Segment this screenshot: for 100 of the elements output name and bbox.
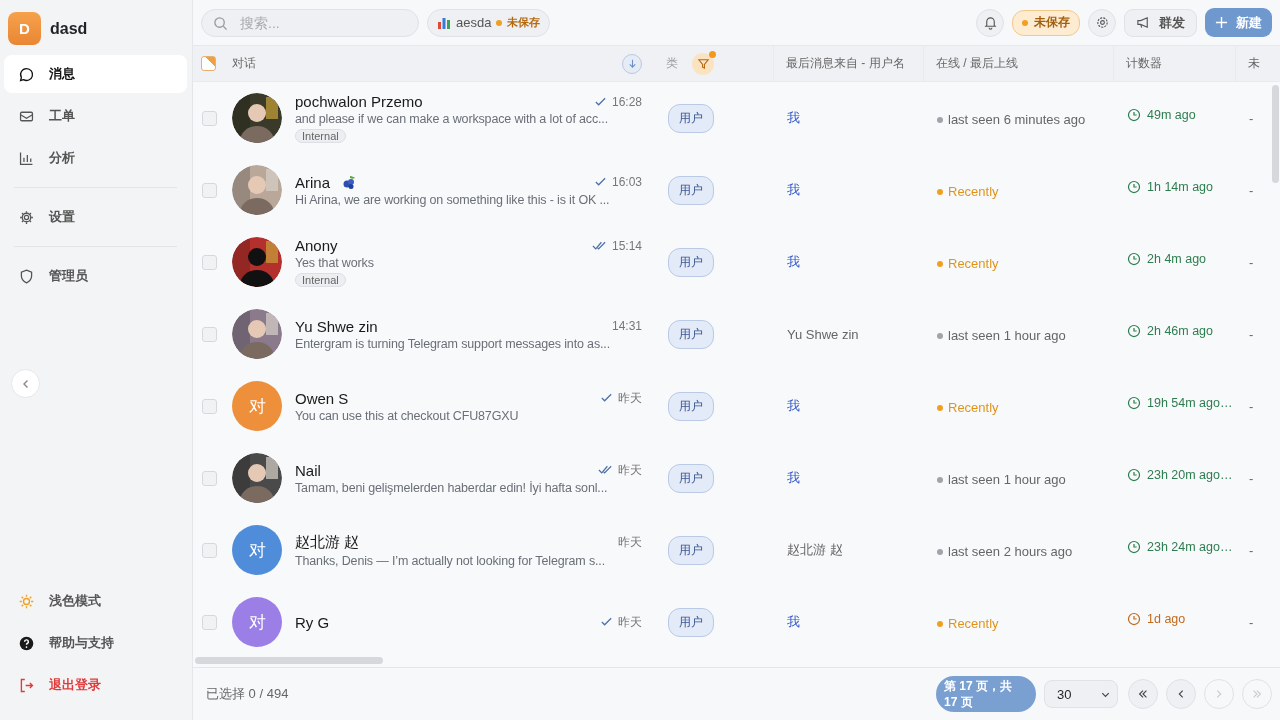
column-header: 未 [1248,55,1260,72]
notifications-button[interactable] [976,8,1004,37]
sender-name: 赵北游 赵 [787,542,843,557]
presence-status: Recently [948,400,999,415]
presence-dot [937,332,943,339]
type-badge: 用户 [668,319,714,349]
presence-status: last seen 1 hour ago [948,328,1066,343]
message-time: 昨天 [618,461,642,479]
sender-name: 我 [787,254,800,269]
clock-icon [1127,468,1141,482]
filter-icon [696,57,710,70]
column-header: 类 [666,55,678,72]
type-badge: 用户 [668,247,714,277]
sort-button[interactable] [622,53,642,74]
row-checkbox[interactable] [202,542,217,558]
contact-name: Ry G [295,613,330,631]
counter-time: 2h 4m ago [1147,252,1207,266]
workspace-name: dasd [50,19,88,38]
scrollbar[interactable] [195,657,383,664]
presence-dot [937,116,943,123]
contact-name: Nail [295,461,321,479]
message-time: 14:31 [611,319,642,333]
presence-status: Recently [948,256,999,271]
unread-count: - [1249,182,1254,198]
select-all-checkbox[interactable] [201,56,216,71]
sidebar-item[interactable]: 浅色模式 [4,582,187,620]
presence-status: last seen 6 minutes ago [948,112,1086,127]
row-checkbox[interactable] [202,398,217,414]
settings-icon [1094,15,1110,30]
counter-time: 23h 20m ago… [1147,468,1233,482]
type-badge: 用户 [668,463,714,493]
avatar: 对 [232,381,282,431]
row-checkbox[interactable] [202,182,217,198]
sidebar-item[interactable]: 帮助与支持 [4,624,187,662]
page-indicator: 第 17 页，共 17 页 [936,676,1036,712]
presence-dot [937,548,943,555]
message-preview: Hi Arina, we are working on something like this - is it OK ... [295,192,611,207]
sender-name: Yu Shwe zin [787,326,859,342]
first-page-button[interactable] [1128,679,1158,709]
column-header: 最后消息来自 - 用户名 [786,55,905,72]
clock-icon [1127,180,1141,194]
message-preview: You can use this at checkout CFU87GXU [295,408,520,423]
chat-icon [18,65,35,83]
counter-time: 2h 46m ago [1147,324,1214,338]
type-badge: 用户 [668,607,714,637]
avatar: 对 [232,597,282,647]
contact-name: Owen S [295,389,349,407]
unread-count: - [1249,470,1254,486]
view-chip[interactable]: aesda 未保存 [427,8,551,37]
sidebar-item[interactable]: 设置 [4,198,187,236]
sidebar-item[interactable]: 管理员 [4,257,187,295]
clock-icon [1127,324,1141,338]
presence-dot [937,188,943,195]
filter-button[interactable] [692,52,714,75]
contact-name: Anony [295,237,338,254]
presence-status: last seen 2 hours ago [948,544,1073,559]
selection-count: 已选择 0 / 494 [206,685,289,703]
row-checkbox[interactable] [202,254,217,270]
sidebar-item[interactable]: 消息 [4,55,187,93]
clock-icon [1127,396,1141,410]
counter-time: 19h 54m ago… [1147,396,1233,410]
help-icon [18,634,35,652]
sender-name: 我 [787,182,800,197]
brand-logo: D [8,12,41,45]
clock-icon [1127,252,1141,266]
presence-dot [937,404,943,411]
row-checkbox[interactable] [202,614,217,630]
collapse-button[interactable] [11,369,40,398]
message-time: 15:14 [611,238,642,253]
type-badge: 用户 [668,103,714,133]
broadcast-button[interactable]: 群发 [1124,8,1197,37]
message-preview: Yes that works [295,256,375,270]
sidebar-item[interactable]: 退出登录 [4,666,187,704]
message-time: 昨天 [618,613,642,631]
message-time: 昨天 [618,389,642,407]
row-checkbox[interactable] [202,326,217,342]
scrollbar[interactable] [1272,85,1279,183]
bell-icon [982,15,998,30]
double-chevron-icon [1251,688,1263,700]
tag: Internal [295,273,346,287]
row-checkbox[interactable] [202,470,217,486]
type-badge: 用户 [668,535,714,565]
column-header: 计数器 [1126,55,1162,72]
sidebar-item[interactable]: 工单 [4,97,187,135]
page-size-select[interactable]: 30 [1044,680,1118,708]
megaphone-icon [1136,15,1151,30]
presence-status: Recently [948,184,999,199]
clock-icon [1127,108,1141,122]
counter-time: 1h 14m ago [1147,180,1214,194]
message-time: 16:03 [611,175,642,189]
sidebar-item[interactable]: 分析 [4,139,187,177]
sender-name: 我 [787,614,800,629]
presence-dot [937,260,943,267]
row-checkbox[interactable] [202,110,217,126]
presence-status: last seen 1 hour ago [948,472,1066,487]
sender-name: 我 [787,110,800,125]
unread-count: - [1249,326,1254,342]
search-field[interactable]: 搜索... [201,8,419,37]
settings-button[interactable] [1088,8,1116,37]
previous-page-button[interactable] [1166,679,1196,709]
